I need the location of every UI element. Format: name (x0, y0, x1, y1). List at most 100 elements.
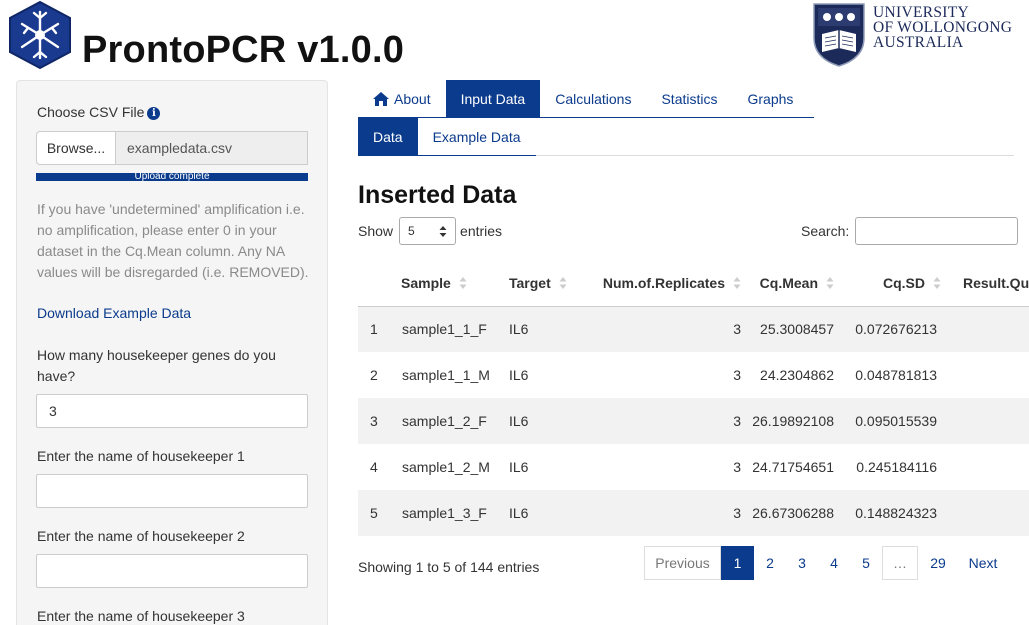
file-name-field[interactable]: exampledata.csv (116, 131, 308, 165)
table-row[interactable]: 3 sample1_2_F IL6 3 26.19892108 0.095015… (358, 398, 1029, 444)
pagination-page-5[interactable]: 5 (850, 546, 882, 580)
cell-cq-mean: 24.71754651 (752, 459, 834, 475)
cell-sample: sample1_2_F (401, 398, 509, 444)
table-search: Search: (801, 217, 1019, 245)
column-header-cq-mean-label: Cq.Mean (759, 274, 818, 291)
cell-cq-mean: 24.2304862 (760, 367, 834, 383)
housekeeper-question: How many housekeeper genes do you have? (37, 347, 276, 384)
pagination-previous[interactable]: Previous (644, 546, 721, 580)
upload-status: Upload complete (134, 171, 210, 182)
cell-result-quali (941, 306, 1029, 352)
cell-replicates: 3 (589, 490, 741, 536)
info-icon[interactable]: i (147, 107, 161, 120)
app-title: ProntoPCR v1.0.0 (82, 29, 405, 71)
table-row[interactable]: 4 sample1_2_M IL6 3 24.71754651 0.245184… (358, 444, 1029, 490)
column-header-replicates[interactable]: Num.of.Replicates (589, 260, 741, 307)
cell-replicates: 3 (733, 367, 741, 383)
column-header-result-quali[interactable]: Result.Quali (941, 260, 1029, 307)
column-header-cq-sd[interactable]: Cq.SD (834, 260, 941, 307)
sort-icon (826, 276, 834, 289)
table-row[interactable]: 1 sample1_1_F IL6 3 25.3008457 0.0726762… (358, 306, 1029, 352)
cell-sample: sample1_3_F (401, 490, 509, 536)
search-input[interactable] (855, 217, 1019, 245)
cell-cq-mean: 26.19892108 (741, 398, 834, 444)
tab-about-label: About (394, 91, 431, 107)
select-arrows-icon (439, 226, 447, 237)
cell-sample: sample1_1_F (401, 306, 509, 352)
table-row[interactable]: 5 sample1_3_F IL6 3 26.67306288 0.148824… (358, 490, 1029, 536)
sort-icon (559, 276, 567, 289)
housekeeper-2-label: Enter the name of housekeeper 2 (37, 528, 245, 544)
csv-label-row: Choose CSV File i (37, 104, 161, 120)
file-input: Browse... exampledata.csv (36, 131, 308, 165)
cell-sample: sample1_2_M (402, 459, 490, 475)
cell-index: 3 (358, 398, 401, 444)
cell-result-quali (941, 398, 1029, 444)
cell-cq-mean: 26.67306288 (741, 490, 834, 536)
csv-label: Choose CSV File (37, 104, 145, 120)
cell-cq-mean: 25.3008457 (741, 306, 834, 352)
pagination-next[interactable]: Next (958, 546, 1008, 580)
housekeeper-1-input[interactable] (36, 474, 308, 508)
data-table-container: Sample Target Num.of.Replicates Cq.Mean … (358, 260, 1029, 540)
data-table: Sample Target Num.of.Replicates Cq.Mean … (358, 260, 1029, 536)
pagination-ellipsis: … (882, 546, 918, 580)
subtab-data[interactable]: Data (358, 118, 418, 156)
table-header-row: Sample Target Num.of.Replicates Cq.Mean … (358, 260, 1029, 307)
housekeeper-2-input[interactable] (36, 554, 308, 588)
pagination-page-last[interactable]: 29 (918, 546, 958, 580)
column-header-sample[interactable]: Sample (401, 260, 509, 307)
cell-replicates: 3 (733, 459, 741, 475)
tab-calculations[interactable]: Calculations (540, 80, 646, 118)
home-icon (373, 92, 389, 106)
show-suffix: entries (460, 223, 503, 239)
cell-target: IL6 (509, 459, 529, 475)
university-line-3: AUSTRALIA (873, 34, 964, 51)
entries-select[interactable]: 5 (399, 217, 457, 245)
column-header-result-quali-label: Result.Quali (963, 274, 1029, 291)
column-header-replicates-label: Num.of.Replicates (602, 274, 725, 291)
browse-button[interactable]: Browse... (36, 131, 116, 165)
column-header-cq-mean[interactable]: Cq.Mean (741, 260, 834, 307)
housekeeper-3-label: Enter the name of housekeeper 3 (37, 608, 245, 624)
tab-about[interactable]: About (358, 80, 446, 118)
university-name: UNIVERSITY OF WOLLONGONG AUSTRALIA (873, 4, 1013, 51)
subtab-example-data[interactable]: Example Data (417, 118, 536, 156)
cell-result-quali (941, 490, 1029, 536)
housekeeper-count-input[interactable]: 3 (36, 394, 308, 428)
help-text: If you have 'undetermined' amplification… (37, 201, 309, 280)
tab-input-data[interactable]: Input Data (445, 80, 541, 118)
university-line-2: OF WOLLONGONG (873, 19, 1013, 36)
cell-replicates: 3 (589, 398, 741, 444)
pagination-page-2[interactable]: 2 (754, 546, 786, 580)
cell-target: IL6 (509, 306, 589, 352)
cell-result-quali (941, 444, 1029, 490)
sub-tabs: Data Example Data (358, 118, 1014, 156)
cell-result-quali (941, 352, 1029, 398)
sort-icon (933, 276, 941, 289)
column-header-target-label: Target (509, 274, 551, 291)
column-header-target[interactable]: Target (509, 260, 589, 307)
pagination-page-1[interactable]: 1 (721, 546, 754, 580)
prontopcr-logo-icon (9, 0, 71, 70)
show-entries: Show 5 entries (358, 217, 502, 245)
university-line-1: UNIVERSITY (873, 4, 969, 21)
column-header-cq-sd-label: Cq.SD (883, 274, 925, 291)
tab-graphs[interactable]: Graphs (732, 80, 808, 118)
cell-cq-sd: 0.148824323 (834, 490, 941, 536)
cell-cq-sd: 0.245184116 (856, 459, 937, 475)
table-row[interactable]: 2 sample1_1_M IL6 3 24.2304862 0.0487818… (358, 352, 1029, 398)
column-header-index (358, 260, 401, 307)
cell-index: 2 (370, 367, 378, 383)
tab-statistics[interactable]: Statistics (646, 80, 732, 118)
table-info: Showing 1 to 5 of 144 entries (358, 559, 540, 575)
section-title: Inserted Data (358, 181, 517, 209)
search-label: Search: (801, 223, 850, 239)
cell-index: 5 (358, 490, 401, 536)
download-example-link[interactable]: Download Example Data (37, 305, 191, 321)
cell-cq-sd: 0.048781813 (855, 367, 937, 383)
university-crest-icon (813, 3, 865, 67)
pagination: Previous 1 2 3 4 5 … 29 Next (644, 546, 1008, 580)
pagination-page-4[interactable]: 4 (818, 546, 850, 580)
pagination-page-3[interactable]: 3 (786, 546, 818, 580)
